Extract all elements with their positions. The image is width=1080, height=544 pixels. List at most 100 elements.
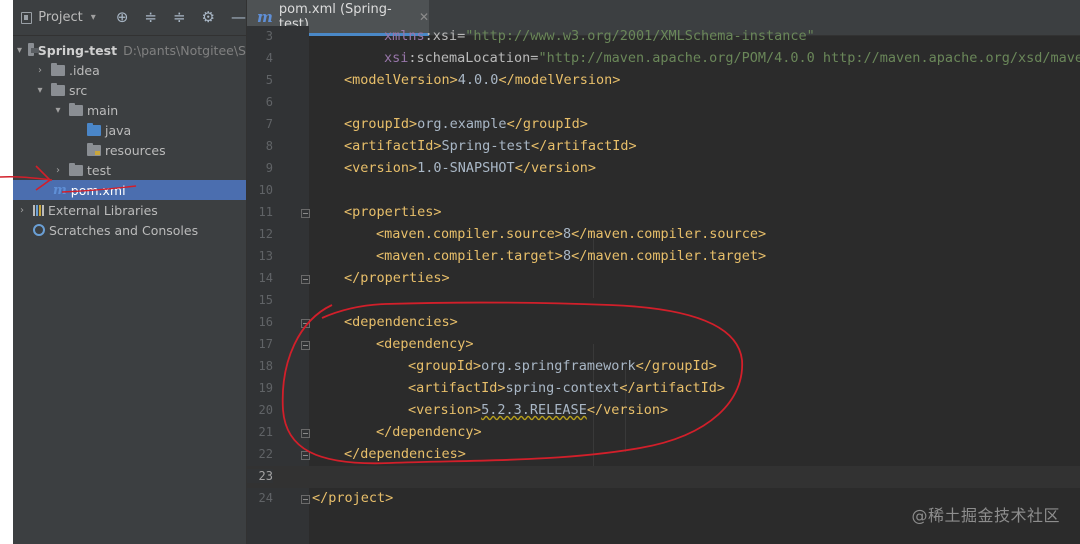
code-text: <groupId>org.example</groupId> [344, 116, 588, 132]
libraries-icon [33, 204, 44, 216]
project-panel: Project ▾ ⊕ ≑ ≑ ⚙ — ▾ Spring-test D:\pan… [13, 0, 247, 544]
line-number: 23 [247, 469, 273, 483]
resources-folder-icon [87, 142, 101, 156]
locate-icon[interactable]: ⊕ [116, 10, 129, 25]
chevron-right-icon[interactable]: › [17, 205, 27, 216]
line-number: 5 [265, 73, 273, 87]
line-number: 13 [258, 249, 273, 263]
code-text: <artifactId>spring-context</artifactId> [408, 380, 726, 396]
close-icon[interactable]: ✕ [419, 10, 429, 24]
watermark: @稀土掘金技术社区 [911, 506, 1060, 525]
fold-marker-icon[interactable] [301, 429, 310, 438]
code-text: <modelVersion>4.0.0</modelVersion> [344, 72, 621, 88]
code-line: 19 <artifactId>spring-context</artifactI… [247, 378, 1080, 400]
code-line: 15 [247, 290, 1080, 312]
tree-item-label: main [87, 102, 119, 118]
tree-item-main[interactable]: ▾ main [13, 100, 246, 120]
collapse-all-icon[interactable]: ≑ [144, 10, 157, 25]
tree-item-src[interactable]: ▾ src [13, 80, 246, 100]
line-number: 12 [258, 227, 273, 241]
code-line: 9 <version>1.0-SNAPSHOT</version> [247, 158, 1080, 180]
line-number: 8 [265, 139, 273, 153]
left-margin [0, 0, 13, 544]
tree-item-scratches[interactable]: Scratches and Consoles [13, 220, 246, 240]
code-text: <maven.compiler.target>8</maven.compiler… [376, 248, 767, 264]
fold-marker-icon[interactable] [301, 209, 310, 218]
chevron-down-icon[interactable]: ▾ [91, 12, 96, 23]
folder-icon [69, 162, 83, 176]
chevron-down-icon[interactable]: ▾ [17, 45, 22, 56]
tree-item-external-libraries[interactable]: › External Libraries [13, 200, 246, 220]
line-number: 7 [265, 117, 273, 131]
code-line: 4 xsi:schemaLocation="http://maven.apach… [247, 48, 1080, 70]
tree-item-spring-test[interactable]: ▾ Spring-test D:\pants\Notgitee\S [13, 40, 246, 60]
folder-icon [69, 102, 83, 116]
line-number: 9 [265, 161, 273, 175]
project-panel-title[interactable]: Project [38, 10, 82, 25]
fold-marker-icon[interactable] [301, 275, 310, 284]
tree-item-idea[interactable]: › .idea [13, 60, 246, 80]
chevron-right-icon[interactable]: › [35, 65, 45, 76]
code-line: 8 <artifactId>Spring-test</artifactId> [247, 136, 1080, 158]
maven-icon: m [53, 182, 67, 198]
line-number: 20 [258, 403, 273, 417]
code-text: <version>5.2.3.RELEASE</version> [408, 402, 669, 418]
fold-marker-icon[interactable] [301, 341, 310, 350]
line-number: 6 [265, 95, 273, 109]
code-line: 6 [247, 92, 1080, 114]
code-line: 12 <maven.compiler.source>8</maven.compi… [247, 224, 1080, 246]
tree-item-resources[interactable]: resources [13, 140, 246, 160]
tree-item-label: resources [105, 142, 166, 158]
tree-item-pom[interactable]: m pom.xml [13, 180, 246, 200]
code-text: <version>1.0-SNAPSHOT</version> [344, 160, 596, 176]
line-number: 17 [258, 337, 273, 351]
line-number: 11 [258, 205, 273, 219]
code-text: <maven.compiler.source>8</maven.compiler… [376, 226, 767, 242]
line-number: 19 [258, 381, 273, 395]
line-number: 16 [258, 315, 273, 329]
code-text: </project> [312, 490, 394, 506]
code-text: </dependency> [376, 424, 482, 440]
source-folder-icon [87, 122, 101, 136]
tree-item-label: test [87, 162, 112, 178]
fold-marker-icon[interactable] [301, 495, 310, 504]
project-view-icon [21, 11, 33, 24]
folder-icon [51, 82, 65, 96]
code-line: 18 <groupId>org.springframework</groupId… [247, 356, 1080, 378]
code-line: 17 <dependency> [247, 334, 1080, 356]
line-number: 24 [258, 491, 273, 505]
chevron-right-icon[interactable]: › [53, 165, 63, 176]
code-text: xsi:schemaLocation="http://maven.apache.… [384, 50, 1080, 66]
expand-all-icon[interactable]: ≑ [173, 10, 186, 25]
line-number: 10 [258, 183, 273, 197]
hide-panel-icon[interactable]: — [231, 10, 246, 25]
code-line: 11 <properties> [247, 202, 1080, 224]
tree-item-test[interactable]: › test [13, 160, 246, 180]
tree-item-label: pom.xml [70, 182, 126, 198]
module-folder-icon [28, 42, 39, 56]
code-line: 3 xmlns:xsi="http://www.w3.org/2001/XMLS… [247, 26, 1080, 48]
ide-window: Project ▾ ⊕ ≑ ≑ ⚙ — ▾ Spring-test D:\pan… [0, 0, 1080, 544]
editor: m pom.xml (Spring-test) ✕ 3 xmlns:xsi="h… [247, 0, 1080, 544]
code-line: 21 </dependency> [247, 422, 1080, 444]
code-line: 7 <groupId>org.example</groupId> [247, 114, 1080, 136]
code-line: 20 <version>5.2.3.RELEASE</version> [247, 400, 1080, 422]
code-text: </properties> [344, 270, 450, 286]
chevron-down-icon[interactable]: ▾ [53, 105, 63, 116]
tree-item-label: Scratches and Consoles [49, 222, 199, 238]
project-panel-header: Project ▾ ⊕ ≑ ≑ ⚙ — [13, 0, 246, 36]
fold-marker-icon[interactable] [301, 319, 310, 328]
chevron-down-icon[interactable]: ▾ [35, 85, 45, 96]
gear-icon[interactable]: ⚙ [202, 10, 215, 25]
code-text: xmlns:xsi="http://www.w3.org/2001/XMLSch… [384, 28, 815, 44]
code-line: 13 <maven.compiler.target>8</maven.compi… [247, 246, 1080, 268]
line-number: 3 [265, 29, 273, 43]
code-text: </dependencies> [344, 446, 466, 462]
tree-item-label: .idea [69, 62, 100, 78]
tree-item-java[interactable]: java [13, 120, 246, 140]
code-line: 22 </dependencies> [247, 444, 1080, 466]
fold-marker-icon[interactable] [301, 451, 310, 460]
tree-item-label: Spring-test [37, 42, 118, 58]
code-text: <groupId>org.springframework</groupId> [408, 358, 717, 374]
scratches-icon [33, 224, 45, 236]
